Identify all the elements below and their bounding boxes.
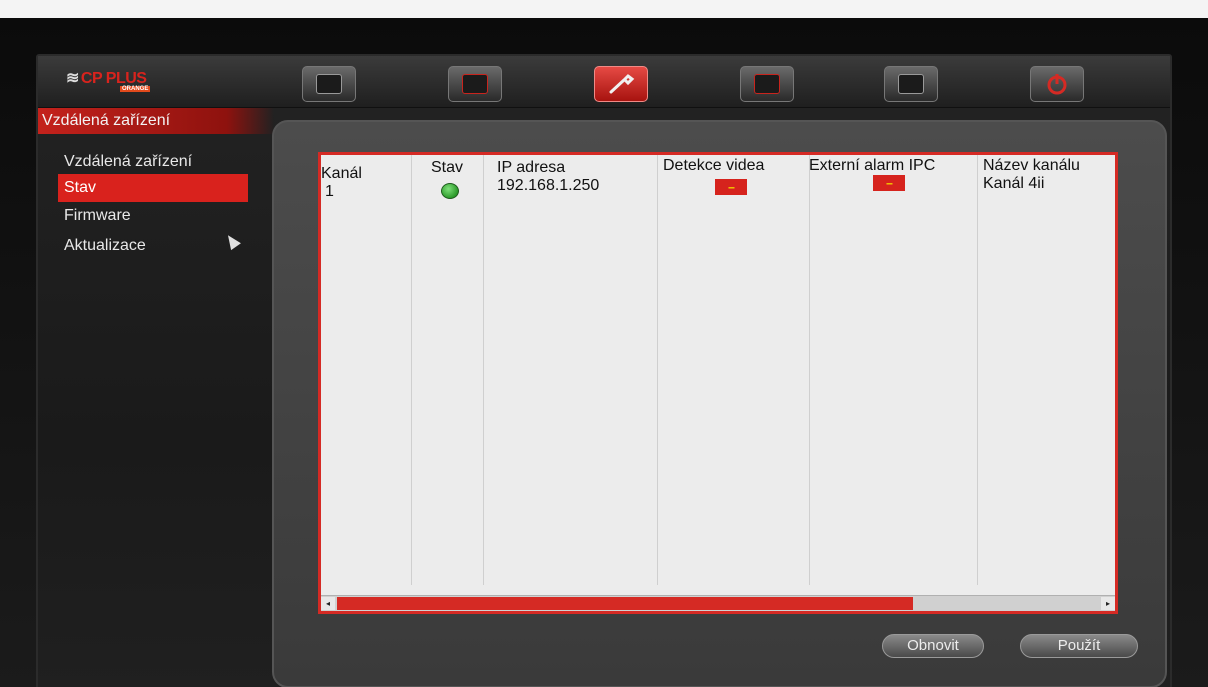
column-divider [411,155,412,585]
scrollbar-thumb[interactable] [337,597,913,610]
section-title: Vzdálená zařízení [38,108,274,134]
top-nav-bar: ≋ CP PLUS ORANGE [38,56,1170,108]
power-icon[interactable] [1030,66,1084,102]
column-divider [657,155,658,585]
header-channel: Kanál [321,165,362,182]
apply-button[interactable]: Použít [1020,634,1138,658]
header-ip: IP adresa [497,159,566,176]
sidebar-item-status[interactable]: Stav [58,174,248,202]
power-glyph-icon [1047,74,1067,95]
logo-subtext: ORANGE [120,86,151,92]
cell-ip: 192.168.1.250 [497,177,600,194]
horizontal-scrollbar[interactable]: ◂ ▸ [321,595,1115,611]
cp-plus-logo: ≋ CP PLUS ORANGE [66,70,151,92]
video-detect-badge: -- [715,179,747,195]
header-ext-alarm: Externí alarm IPC [809,157,936,174]
settings-wrench-icon[interactable] [594,66,648,102]
dvr-screen: ≋ CP PLUS ORANGE Vzdálená zařízení Vzdál… [36,54,1172,687]
cell-channel-name: Kanál 4ii [983,175,1045,192]
backup-icon[interactable] [884,66,938,102]
logo-text: CP PLUS [80,70,147,87]
device-status-table: Kanál Stav IP adresa Detekce videa Exter… [318,152,1118,614]
sidebar-item-firmware[interactable]: Firmware [58,202,248,230]
header-status: Stav [431,159,464,176]
playback-icon[interactable] [448,66,502,102]
sidebar-item-update[interactable]: Aktualizace [58,232,248,260]
sidebar-item-remote-devices[interactable]: Vzdálená zařízení [58,148,248,176]
camera-icon[interactable] [302,66,356,102]
status-panel: Kanál Stav IP adresa Detekce videa Exter… [272,120,1167,687]
column-divider [977,155,978,585]
scroll-left-icon[interactable]: ◂ [321,597,335,610]
column-divider [483,155,484,585]
header-video-detect: Detekce videa [663,157,765,174]
column-divider [809,155,810,585]
cell-channel: 1 [325,183,334,200]
refresh-button[interactable]: Obnovit [882,634,984,658]
ext-alarm-badge: -- [873,175,905,191]
status-online-icon [441,183,459,199]
sidebar-menu: Vzdálená zařízení Stav Firmware Aktualiz… [38,140,274,687]
monitor-frame: ≋ CP PLUS ORANGE Vzdálená zařízení Vzdál… [0,18,1208,687]
scroll-right-icon[interactable]: ▸ [1101,597,1115,610]
wrench-icon [609,74,635,94]
info-icon[interactable] [740,66,794,102]
header-channel-name: Název kanálu [983,157,1080,174]
